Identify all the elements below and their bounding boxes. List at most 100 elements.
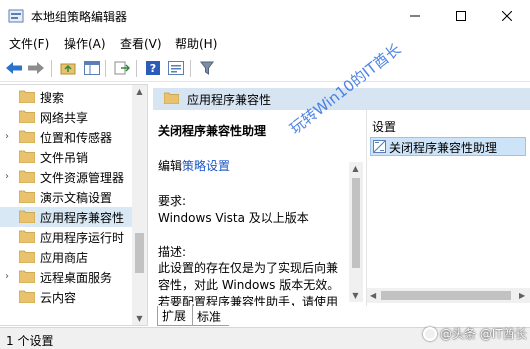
properties-button[interactable]: [166, 58, 186, 78]
edit-prefix: 编辑: [158, 159, 183, 173]
scroll-up-icon[interactable]: ▲: [135, 87, 144, 96]
title-bar: 本地组策略编辑器: [0, 0, 530, 32]
column-header-setting[interactable]: 设置: [372, 118, 396, 135]
forward-arrow-icon: [28, 62, 44, 74]
tree-item[interactable]: 云内容: [0, 287, 132, 307]
close-button[interactable]: [484, 0, 530, 32]
scroll-down-icon[interactable]: ▼: [351, 291, 360, 300]
tree-item[interactable]: › 文件资源管理器: [0, 167, 132, 187]
edit-policy-line: 编辑策略设置: [158, 157, 230, 174]
tree-scrollbar[interactable]: ▲ ▼: [132, 85, 147, 325]
toolbar-separator: [136, 60, 137, 77]
menu-bar: 文件(F) 操作(A) 查看(V) 帮助(H): [0, 32, 530, 54]
policy-setting-icon: [373, 140, 386, 153]
policy-title: 关闭程序兼容性助理: [158, 124, 267, 138]
tree-item-label: 搜索: [40, 91, 65, 105]
edit-policy-link[interactable]: 策略设置: [182, 159, 230, 173]
list-horizontal-scrollbar[interactable]: ◀ ▶: [367, 288, 530, 303]
scroll-right-icon[interactable]: ▶: [519, 291, 525, 300]
tree-item-label: 应用程序兼容性: [40, 211, 125, 225]
maximize-icon: [456, 11, 466, 21]
description-text: 此设置的存在仅是为了实现后向兼容性，对此 Windows 版本无效。若要配置程序…: [158, 261, 340, 306]
chevron-right-icon[interactable]: ›: [5, 271, 15, 283]
back-arrow-icon: [6, 62, 22, 74]
navigation-tree: 搜索网络共享 › 位置和传感器 文件吊销 › 文件资源管理器 演示文稿设置 应用程序兼容性 应用…: [0, 84, 148, 326]
list-scroll-thumb[interactable]: [381, 291, 511, 300]
maximize-button[interactable]: [438, 0, 484, 32]
folder-icon: [19, 90, 35, 103]
toolbar-separator: [105, 60, 106, 77]
menu-view[interactable]: 查看(V): [120, 35, 162, 52]
description-label: 描述:: [158, 245, 187, 259]
minimize-button[interactable]: [392, 0, 438, 32]
chevron-right-icon[interactable]: ›: [5, 171, 15, 183]
folder-icon: [164, 92, 179, 104]
up-folder-button[interactable]: [58, 58, 78, 78]
group-policy-app-icon: [8, 9, 24, 23]
tree-item[interactable]: 应用程序兼容性: [0, 207, 132, 227]
export-list-button[interactable]: [112, 58, 132, 78]
view-tabs: 扩展 标准: [153, 306, 530, 326]
minimize-icon: [410, 15, 420, 17]
tree-item[interactable]: 文件吊销: [0, 147, 132, 167]
description-pane: 关闭程序兼容性助理 编辑策略设置 要求: Windows Vista 及以上版本…: [153, 110, 363, 306]
folder-icon: [19, 150, 35, 163]
settings-list: 设置 关闭程序兼容性助理 ◀ ▶: [366, 110, 530, 306]
status-text: 1 个设置: [6, 334, 54, 348]
brand-text: @头条 @IT酋长: [440, 327, 527, 341]
scroll-left-icon[interactable]: ◀: [370, 291, 376, 300]
forward-button[interactable]: [26, 58, 46, 78]
tree-item[interactable]: 网络共享: [0, 107, 132, 127]
close-icon: [502, 11, 512, 21]
tree-item-label: 云内容: [40, 291, 77, 305]
tree-item-label: 应用商店: [40, 251, 89, 265]
tree-scroll-thumb[interactable]: [135, 233, 144, 273]
tree-item-label: 位置和传感器: [40, 131, 113, 145]
list-item-label: 关闭程序兼容性助理: [389, 141, 498, 155]
tree-item-label: 文件资源管理器: [40, 171, 125, 185]
folder-icon: [19, 130, 35, 143]
back-button[interactable]: [4, 58, 24, 78]
list-item[interactable]: 关闭程序兼容性助理: [370, 137, 526, 156]
folder-icon: [19, 110, 35, 123]
menu-action[interactable]: 操作(A): [64, 35, 106, 52]
folder-icon: [19, 270, 35, 283]
description-scroll-thumb[interactable]: [352, 178, 360, 268]
scroll-down-icon[interactable]: ▼: [135, 314, 144, 323]
help-button[interactable]: ?: [143, 58, 163, 78]
tree-item[interactable]: 应用商店: [0, 247, 132, 267]
help-icon: ?: [146, 61, 160, 75]
scroll-up-icon[interactable]: ▲: [351, 164, 360, 173]
chevron-right-icon[interactable]: ›: [5, 131, 15, 143]
description-scrollbar[interactable]: ▲ ▼: [349, 162, 363, 302]
window-title: 本地组策略编辑器: [31, 10, 128, 24]
tree-item-label: 远程桌面服务: [40, 271, 113, 285]
brand-logo-icon: [423, 326, 437, 341]
tree-item[interactable]: › 远程桌面服务: [0, 267, 132, 287]
tree-item[interactable]: 应用程序运行时: [0, 227, 132, 247]
requirements-value: Windows Vista 及以上版本: [158, 211, 309, 225]
brand-overlay: @头条 @IT酋长: [423, 325, 527, 342]
tree-item[interactable]: 演示文稿设置: [0, 187, 132, 207]
tab-extended[interactable]: 扩展: [157, 306, 193, 326]
tree-item[interactable]: › 位置和传感器: [0, 127, 132, 147]
tree-item-label: 演示文稿设置: [40, 191, 113, 205]
up-folder-icon: [60, 63, 76, 75]
toolbar-separator: [51, 60, 52, 77]
toolbar-separator: [190, 60, 191, 77]
tree-item-label: 应用程序运行时: [40, 231, 125, 245]
toolbar: ?: [0, 54, 530, 82]
menu-help[interactable]: 帮助(H): [175, 35, 217, 52]
svg-text:?: ?: [150, 62, 156, 75]
filter-button[interactable]: [197, 58, 217, 78]
filter-icon: [200, 61, 214, 75]
folder-icon: [19, 210, 35, 223]
folder-icon: [19, 250, 35, 263]
menu-file[interactable]: 文件(F): [9, 35, 49, 52]
show-hide-tree-button[interactable]: [82, 58, 102, 78]
folder-icon: [19, 170, 35, 183]
tree-item[interactable]: 搜索: [0, 87, 132, 107]
show-hide-tree-icon: [84, 61, 100, 75]
tree-item-label: 文件吊销: [40, 151, 89, 165]
tab-standard[interactable]: 标准: [193, 306, 229, 326]
